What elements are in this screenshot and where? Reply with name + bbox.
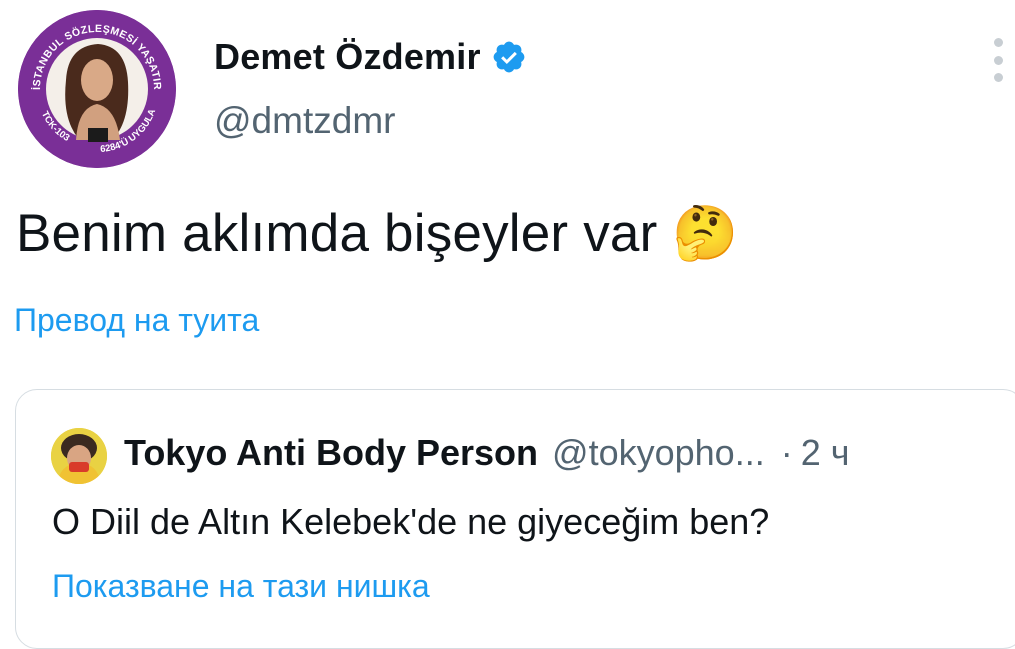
avatar-image: İSTANBUL SÖZLEŞMESİ YAŞATIR TCK-103 6284… xyxy=(18,10,176,168)
author-name-row[interactable]: Demet Özdemir xyxy=(214,36,527,78)
menu-dot xyxy=(993,38,1003,47)
author-avatar[interactable]: İSTANBUL SÖZLEŞMESİ YAŞATIR TCK-103 6284… xyxy=(18,10,176,168)
quoted-tweet-header: Tokyo Anti Body Person @tokyopho... · 2 … xyxy=(124,432,850,474)
translate-tweet-link[interactable]: Превод на туита xyxy=(14,302,259,339)
quoted-avatar-image xyxy=(51,428,107,484)
quoted-author-avatar[interactable] xyxy=(51,428,107,484)
menu-dot xyxy=(993,73,1003,82)
author-handle[interactable]: @dmtzdmr xyxy=(214,100,395,142)
menu-dot xyxy=(993,55,1003,65)
author-name[interactable]: Demet Özdemir xyxy=(214,36,481,78)
quoted-author-name[interactable]: Tokyo Anti Body Person xyxy=(124,432,538,474)
show-thread-link[interactable]: Показване на тази нишка xyxy=(52,568,430,605)
tweet-text: Benim aklımda bişeyler var 🤔 xyxy=(16,204,739,263)
quoted-tweet-time[interactable]: 2 ч xyxy=(801,432,850,474)
quoted-tweet-text: O Diil de Altın Kelebek'de ne giyeceğim … xyxy=(52,501,770,542)
header-separator: · xyxy=(780,432,793,473)
quoted-author-handle[interactable]: @tokyopho... xyxy=(552,432,765,474)
verified-badge-icon xyxy=(491,39,527,75)
more-vertical-icon[interactable] xyxy=(983,38,1013,82)
